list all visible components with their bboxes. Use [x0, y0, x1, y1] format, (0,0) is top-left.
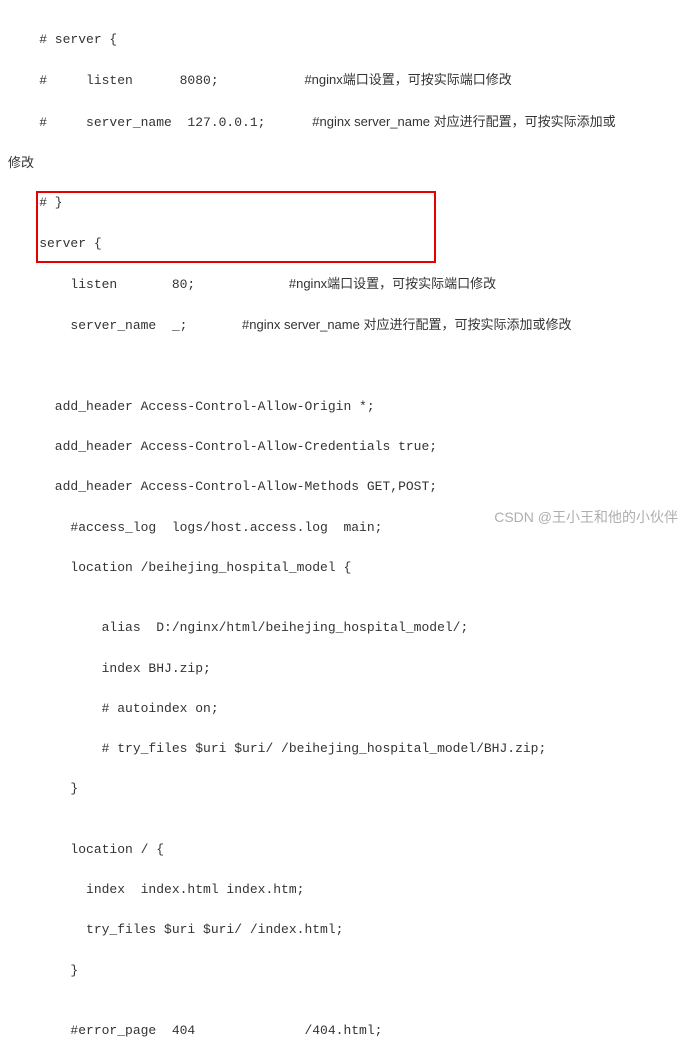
code-line-highlighted: add_header Access-Control-Allow-Credenti… [8, 437, 690, 457]
code-line: index BHJ.zip; [8, 659, 690, 679]
code-line: location / { [8, 840, 690, 860]
code-line: 修改 [8, 153, 690, 173]
code-block: # server { # listen 8080; #nginx端口设置，可按实… [8, 10, 690, 1061]
code-line: } [8, 961, 690, 981]
code-line: alias D:/nginx/html/beihejing_hospital_m… [8, 618, 690, 638]
code-line-highlighted: add_header Access-Control-Allow-Methods … [8, 477, 690, 497]
code-line: # server_name 127.0.0.1; #nginx server_n… [8, 112, 690, 133]
code-line: listen 80; #nginx端口设置，可按实际端口修改 [8, 274, 690, 295]
code-line: # try_files $uri $uri/ /beihejing_hospit… [8, 739, 690, 759]
code-line: # } [8, 193, 690, 213]
code-line: # server { [8, 30, 690, 50]
code-line: # listen 8080; #nginx端口设置，可按实际端口修改 [8, 70, 690, 91]
code-line: #error_page 404 /404.html; [8, 1021, 690, 1041]
code-line: server { [8, 234, 690, 254]
code-line: location /beihejing_hospital_model { [8, 558, 690, 578]
code-line: } [8, 779, 690, 799]
code-line: try_files $uri $uri/ /index.html; [8, 920, 690, 940]
code-line: # autoindex on; [8, 699, 690, 719]
code-line-highlighted: add_header Access-Control-Allow-Origin *… [8, 397, 690, 417]
code-line: index index.html index.htm; [8, 880, 690, 900]
code-line: server_name _; #nginx server_name 对应进行配置… [8, 315, 690, 336]
code-line: #access_log logs/host.access.log main; [8, 518, 690, 538]
